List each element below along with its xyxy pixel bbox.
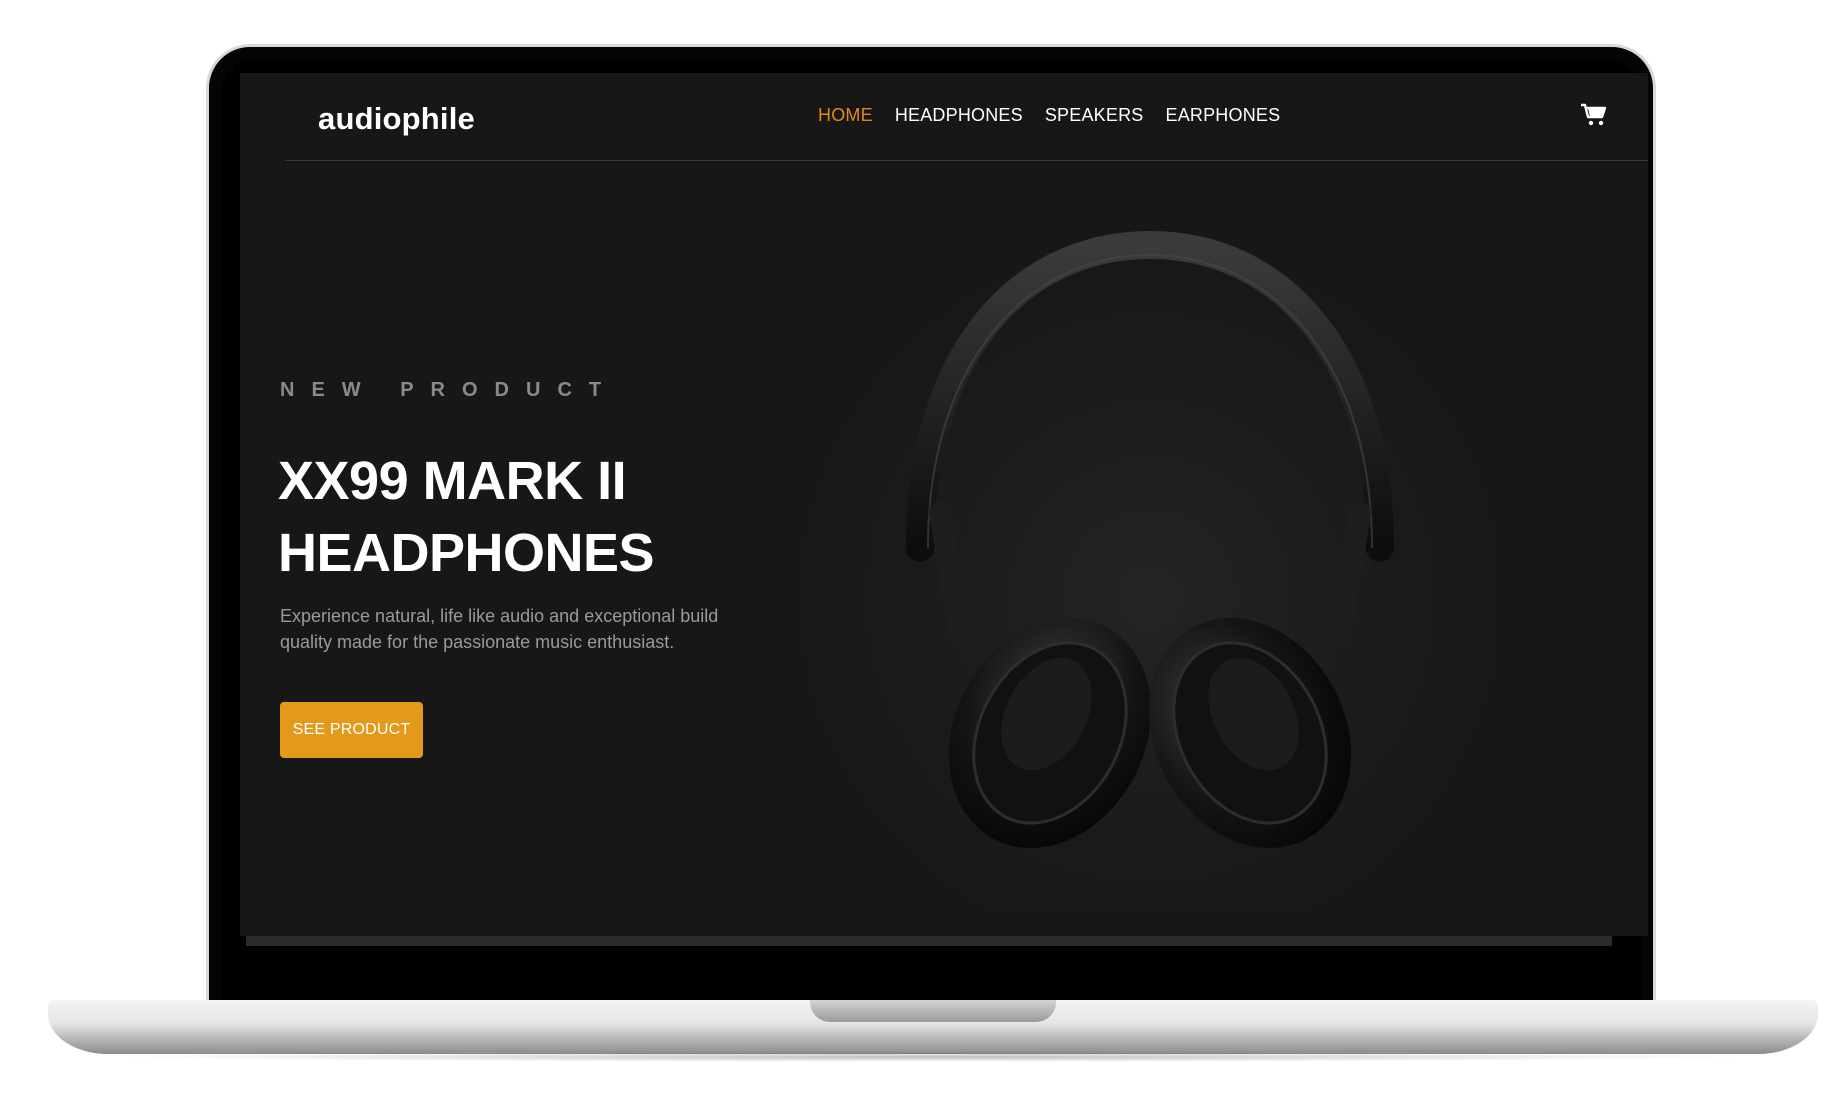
nav-link-home[interactable]: HOME [818,105,873,126]
nav-divider [285,160,1648,161]
laptop-shadow [110,1052,1756,1062]
top-navigation: audiophile HOME HEADPHONES SPEAKERS EARP… [240,73,1648,161]
headphones-image [800,213,1500,913]
hero-title-line-2: HEADPHONES [278,523,655,583]
nav-links: HOME HEADPHONES SPEAKERS EARPHONES [818,105,1280,126]
nav-link-earphones[interactable]: EARPHONES [1165,105,1280,126]
hero-title-line-1: XX99 MARK II [278,451,627,511]
laptop-notch [810,1000,1056,1022]
hero-description: Experience natural, life like audio and … [280,606,719,652]
audiophile-logo[interactable]: audiophile [318,101,475,137]
hero-title: XX99 MARK II HEADPHONES [278,445,798,589]
screen-bottom-edge [246,936,1612,946]
see-product-button[interactable]: SEE PRODUCT [280,702,423,758]
nav-link-speakers[interactable]: SPEAKERS [1045,105,1144,126]
laptop-screen: audiophile HOME HEADPHONES SPEAKERS EARP… [240,73,1648,936]
hero-overline: NEW PRODUCT [280,379,619,401]
nav-link-headphones[interactable]: HEADPHONES [895,105,1023,126]
cart-icon[interactable] [1580,103,1608,127]
